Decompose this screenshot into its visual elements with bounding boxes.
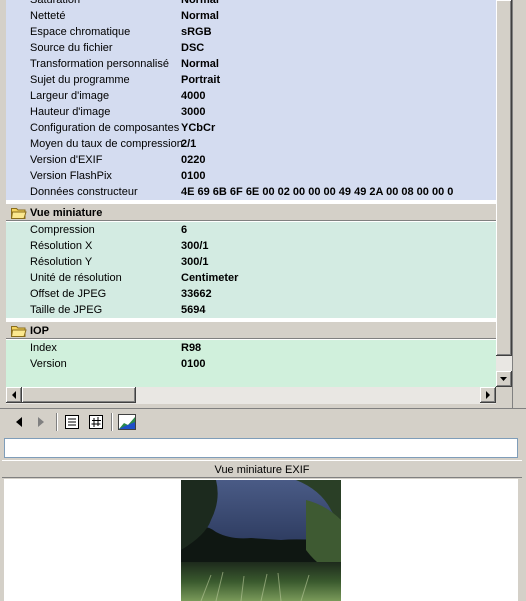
vertical-scrollbar[interactable]: [496, 0, 512, 387]
forward-button[interactable]: [32, 413, 50, 431]
property-label: Résolution X: [30, 240, 93, 252]
empty-area: [6, 371, 496, 387]
property-value: 5694: [181, 304, 206, 316]
property-row[interactable]: Hauteur d'image 3000: [6, 104, 496, 120]
property-row[interactable]: Résolution X 300/1: [6, 238, 496, 254]
property-value: DSC: [181, 42, 205, 54]
property-row[interactable]: Netteté Normal: [6, 8, 496, 24]
properties-list[interactable]: Saturation Normal Netteté Normal Espace ch…: [6, 0, 496, 387]
property-value: 4E 69 6B 6F 6E 00 02 00 00 00 49 49 2A 0…: [181, 186, 454, 198]
property-label: Version FlashPix: [30, 170, 112, 182]
property-row[interactable]: Saturation Normal: [6, 0, 496, 8]
property-value: 33662: [181, 288, 212, 300]
property-value: 300/1: [181, 256, 209, 268]
property-row[interactable]: Espace chromatique sRGB: [6, 24, 496, 40]
property-row[interactable]: Compression 6: [6, 222, 496, 238]
property-row[interactable]: Index R98: [6, 340, 496, 356]
property-value: YCbCr: [181, 122, 216, 134]
property-label: Données constructeur: [30, 186, 138, 198]
property-row[interactable]: Offset de JPEG 33662: [6, 286, 496, 302]
property-value: 0220: [181, 154, 206, 166]
hash-view-button[interactable]: [87, 413, 105, 431]
histogram-button[interactable]: [118, 413, 136, 431]
arrow-down-icon: [500, 377, 507, 381]
group-title: IOP: [30, 325, 49, 337]
list-view-icon: [65, 415, 79, 429]
property-row[interactable]: Données constructeur 4E 69 6B 6F 6E 00 02…: [6, 184, 496, 200]
preview-title: Vue miniature EXIF: [2, 460, 522, 478]
property-value: 2/1: [181, 138, 197, 150]
horizontal-scrollbar-thumb[interactable]: [22, 387, 136, 403]
back-button[interactable]: [10, 413, 28, 431]
back-arrow-icon: [16, 417, 22, 427]
property-label: Configuration de composantes: [30, 122, 180, 134]
vertical-scrollbar-thumb[interactable]: [496, 0, 512, 356]
property-label: Transformation personnalisé: [30, 58, 169, 70]
toolbar-separator: [56, 413, 58, 431]
property-value: Normal: [181, 0, 219, 6]
property-value: 4000: [181, 90, 206, 102]
property-value: Normal: [181, 58, 219, 70]
forward-arrow-icon: [38, 417, 44, 427]
property-row[interactable]: Source du fichier DSC: [6, 40, 496, 56]
property-label: Index: [30, 342, 57, 354]
arrow-left-icon: [12, 391, 16, 399]
histogram-icon: [118, 414, 136, 430]
group-header-thumbnail[interactable]: Vue miniature: [6, 203, 496, 221]
splitter[interactable]: [512, 0, 526, 410]
property-label: Unité de résolution: [30, 272, 122, 284]
property-label: Taille de JPEG: [30, 304, 103, 316]
exif-thumbnail-image: [181, 480, 341, 601]
property-row[interactable]: Largeur d'image 4000: [6, 88, 496, 104]
list-view-button[interactable]: [63, 413, 81, 431]
folder-open-icon: [11, 208, 27, 219]
property-label: Saturation: [30, 0, 81, 6]
property-label: Version: [30, 358, 67, 370]
toolbar-separator: [111, 413, 113, 431]
property-value: 6: [181, 224, 188, 236]
property-label: Espace chromatique: [30, 26, 131, 38]
property-value: 3000: [181, 106, 206, 118]
property-row[interactable]: Unité de résolution Centimeter: [6, 270, 496, 286]
folder-open-icon: [11, 326, 27, 337]
property-value: 300/1: [181, 240, 209, 252]
property-value: 0100: [181, 358, 206, 370]
group-title: Vue miniature: [30, 207, 103, 219]
property-label: Offset de JPEG: [30, 288, 107, 300]
preview-area: [4, 479, 518, 601]
property-value: Centimeter: [181, 272, 239, 284]
property-label: Hauteur d'image: [30, 106, 111, 118]
hash-view-icon: [89, 415, 103, 429]
scroll-right-button[interactable]: [480, 387, 496, 403]
property-value: 0100: [181, 170, 206, 182]
arrow-right-icon: [486, 391, 490, 399]
property-row[interactable]: Taille de JPEG 5694: [6, 302, 496, 318]
property-label: Netteté: [30, 10, 66, 22]
scroll-down-button[interactable]: [496, 371, 512, 387]
property-row[interactable]: Moyen du taux de compression 2/1: [6, 136, 496, 152]
property-label: Source du fichier: [30, 42, 113, 54]
toolbar: [0, 408, 526, 436]
property-row[interactable]: Configuration de composantes YCbCr: [6, 120, 496, 136]
property-value: Normal: [181, 10, 219, 22]
property-label: Compression: [30, 224, 95, 236]
property-row[interactable]: Transformation personnalisé Normal: [6, 56, 496, 72]
property-value: Portrait: [181, 74, 221, 86]
property-row[interactable]: Version FlashPix 0100: [6, 168, 496, 184]
group-header-iop[interactable]: IOP: [6, 321, 496, 339]
property-label: Résolution Y: [30, 256, 93, 268]
property-row[interactable]: Résolution Y 300/1: [6, 254, 496, 270]
property-row[interactable]: Version d'EXIF 0220: [6, 152, 496, 168]
property-label: Moyen du taux de compression: [30, 138, 183, 150]
horizontal-scrollbar[interactable]: [6, 387, 496, 404]
property-row[interactable]: Version 0100: [6, 356, 496, 372]
property-label: Largeur d'image: [30, 90, 110, 102]
property-row[interactable]: Sujet du programme Portrait: [6, 72, 496, 88]
property-label: Sujet du programme: [30, 74, 130, 86]
property-value: R98: [181, 342, 202, 354]
scroll-left-button[interactable]: [6, 387, 22, 403]
property-label: Version d'EXIF: [30, 154, 103, 166]
property-value: sRGB: [181, 26, 212, 38]
path-input[interactable]: [4, 438, 518, 458]
